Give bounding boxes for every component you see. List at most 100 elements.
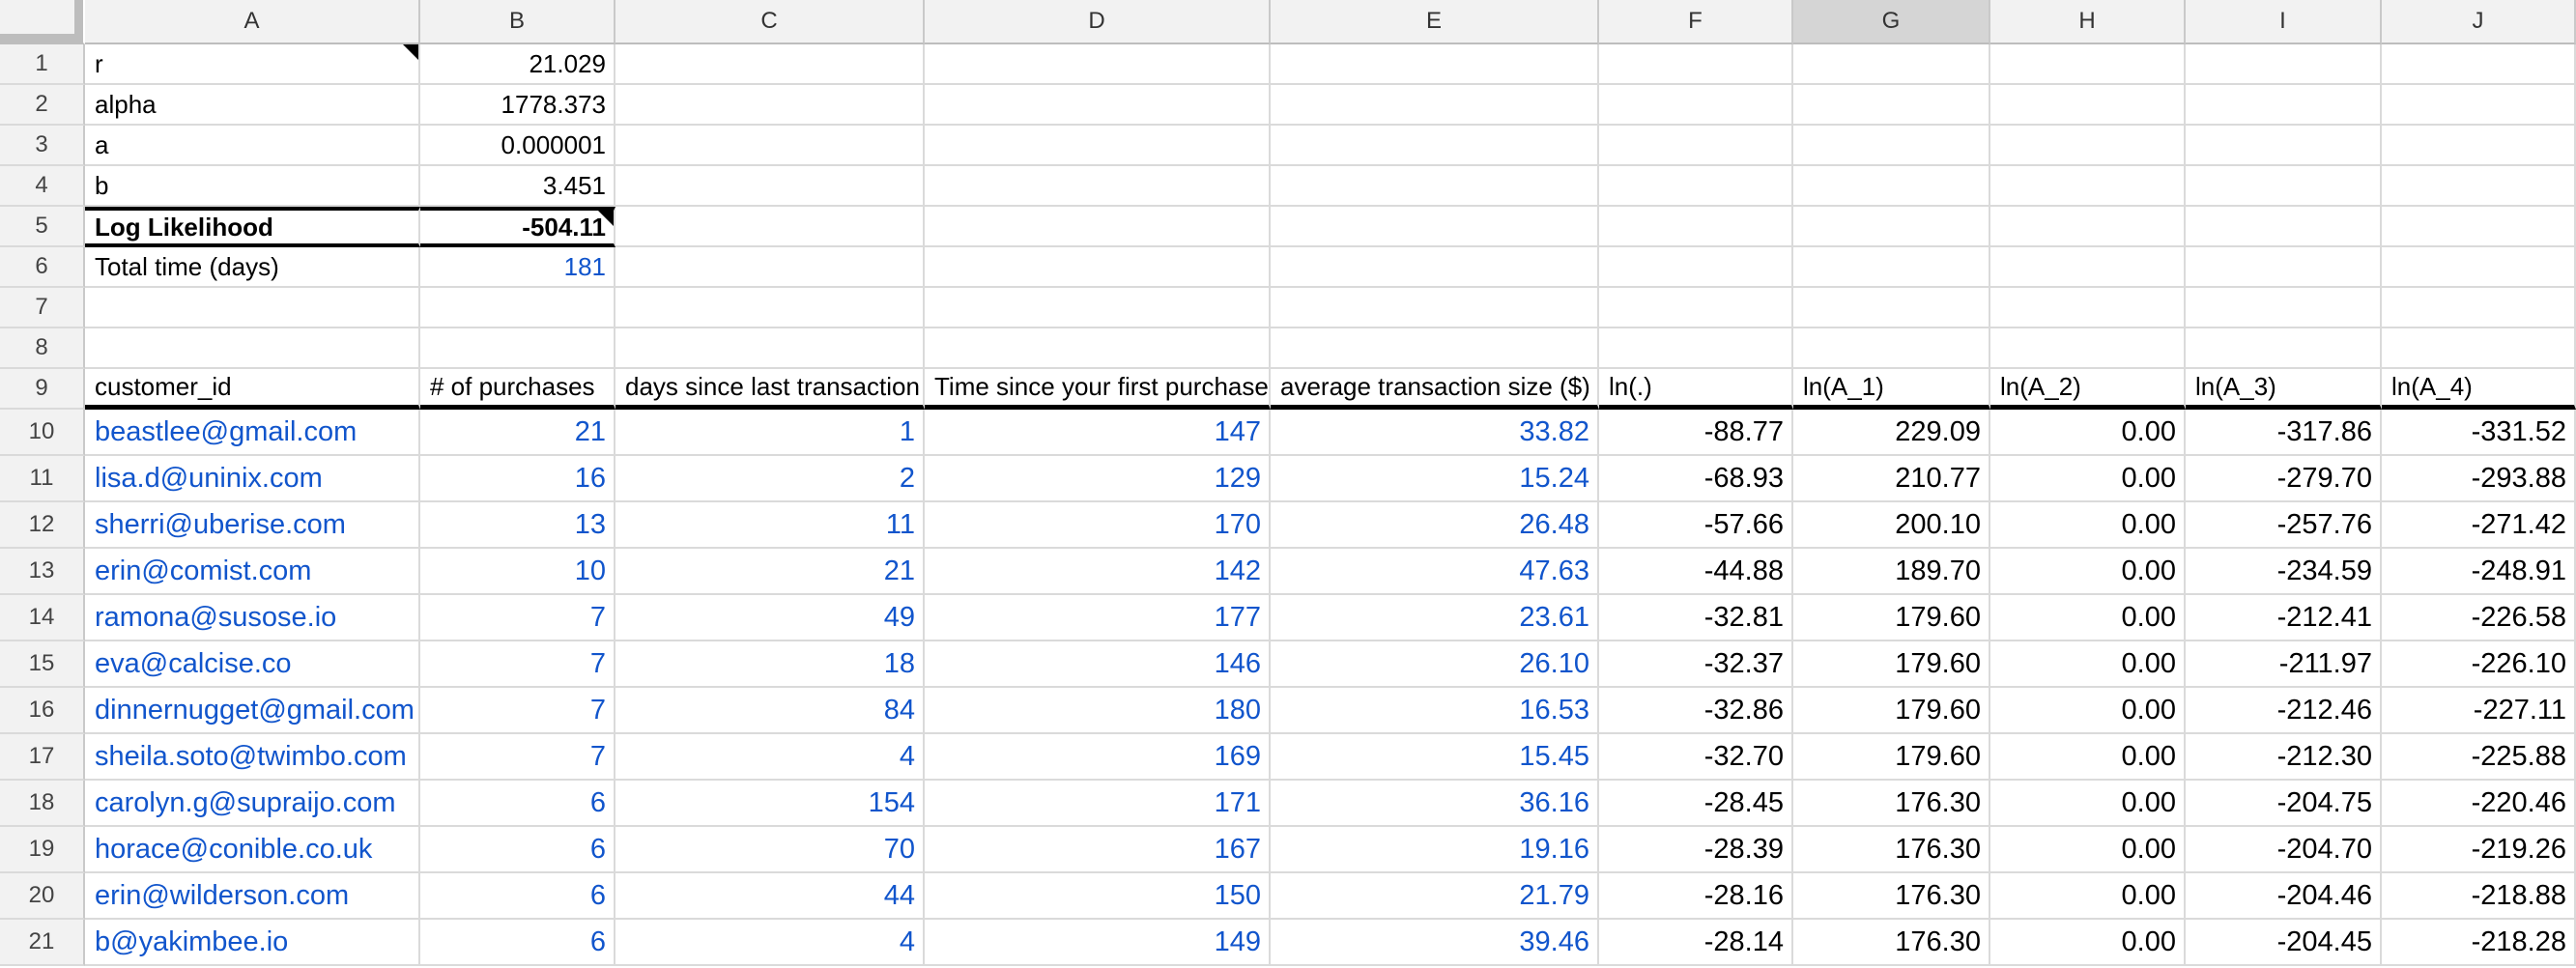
- cell-F10[interactable]: -88.77: [1599, 410, 1793, 456]
- cell-H10[interactable]: 0.00: [1990, 410, 2186, 456]
- cell-E21[interactable]: 39.46: [1271, 920, 1599, 966]
- cell-B3[interactable]: 0.000001: [420, 126, 615, 166]
- cell-C16[interactable]: 84: [615, 688, 925, 734]
- cell-F5[interactable]: [1599, 207, 1793, 247]
- row-header-13[interactable]: 13: [0, 549, 85, 595]
- column-header-F[interactable]: F: [1599, 0, 1793, 44]
- cell-E2[interactable]: [1271, 85, 1599, 126]
- cell-B14[interactable]: 7: [420, 595, 615, 641]
- column-header-G[interactable]: G: [1793, 0, 1990, 44]
- cell-A14[interactable]: ramona@susose.io: [85, 595, 420, 641]
- cell-A21[interactable]: b@yakimbee.io: [85, 920, 420, 966]
- cell-J9[interactable]: ln(A_4): [2382, 369, 2576, 410]
- cell-G21[interactable]: 176.30: [1793, 920, 1990, 966]
- cell-H7[interactable]: [1990, 288, 2186, 328]
- cell-A8[interactable]: [85, 328, 420, 369]
- cell-E6[interactable]: [1271, 247, 1599, 288]
- cell-C19[interactable]: 70: [615, 827, 925, 873]
- cell-F14[interactable]: -32.81: [1599, 595, 1793, 641]
- cell-G10[interactable]: 229.09: [1793, 410, 1990, 456]
- cell-C13[interactable]: 21: [615, 549, 925, 595]
- row-header-19[interactable]: 19: [0, 827, 85, 873]
- cell-H6[interactable]: [1990, 247, 2186, 288]
- cell-G5[interactable]: [1793, 207, 1990, 247]
- cell-I14[interactable]: -212.41: [2186, 595, 2382, 641]
- cell-C5[interactable]: [615, 207, 925, 247]
- cell-G11[interactable]: 210.77: [1793, 456, 1990, 502]
- cell-D11[interactable]: 129: [925, 456, 1271, 502]
- cell-C7[interactable]: [615, 288, 925, 328]
- cell-I7[interactable]: [2186, 288, 2382, 328]
- cell-G15[interactable]: 179.60: [1793, 641, 1990, 688]
- cell-H13[interactable]: 0.00: [1990, 549, 2186, 595]
- cell-H5[interactable]: [1990, 207, 2186, 247]
- cell-H16[interactable]: 0.00: [1990, 688, 2186, 734]
- cell-E12[interactable]: 26.48: [1271, 502, 1599, 549]
- cell-I15[interactable]: -211.97: [2186, 641, 2382, 688]
- cell-J16[interactable]: -227.11: [2382, 688, 2576, 734]
- cell-D17[interactable]: 169: [925, 734, 1271, 781]
- column-header-B[interactable]: B: [420, 0, 615, 44]
- cell-H19[interactable]: 0.00: [1990, 827, 2186, 873]
- cell-B13[interactable]: 10: [420, 549, 615, 595]
- cell-B20[interactable]: 6: [420, 873, 615, 920]
- cell-J1[interactable]: [2382, 44, 2576, 85]
- cell-G13[interactable]: 189.70: [1793, 549, 1990, 595]
- row-header-5[interactable]: 5: [0, 207, 85, 247]
- cell-G7[interactable]: [1793, 288, 1990, 328]
- cell-D15[interactable]: 146: [925, 641, 1271, 688]
- cell-J11[interactable]: -293.88: [2382, 456, 2576, 502]
- cell-I12[interactable]: -257.76: [2186, 502, 2382, 549]
- cell-A11[interactable]: lisa.d@uninix.com: [85, 456, 420, 502]
- cell-A13[interactable]: erin@comist.com: [85, 549, 420, 595]
- cell-C8[interactable]: [615, 328, 925, 369]
- cell-A4[interactable]: b: [85, 166, 420, 207]
- cell-C3[interactable]: [615, 126, 925, 166]
- column-header-A[interactable]: A: [85, 0, 420, 44]
- row-header-4[interactable]: 4: [0, 166, 85, 207]
- cell-F17[interactable]: -32.70: [1599, 734, 1793, 781]
- cell-H20[interactable]: 0.00: [1990, 873, 2186, 920]
- cell-I16[interactable]: -212.46: [2186, 688, 2382, 734]
- cell-I10[interactable]: -317.86: [2186, 410, 2382, 456]
- cell-H15[interactable]: 0.00: [1990, 641, 2186, 688]
- cell-F8[interactable]: [1599, 328, 1793, 369]
- cell-G6[interactable]: [1793, 247, 1990, 288]
- cell-F18[interactable]: -28.45: [1599, 781, 1793, 827]
- cell-H11[interactable]: 0.00: [1990, 456, 2186, 502]
- cell-G3[interactable]: [1793, 126, 1990, 166]
- cell-B18[interactable]: 6: [420, 781, 615, 827]
- cell-E9[interactable]: average transaction size ($): [1271, 369, 1599, 410]
- cell-D21[interactable]: 149: [925, 920, 1271, 966]
- cell-G19[interactable]: 176.30: [1793, 827, 1990, 873]
- cell-I4[interactable]: [2186, 166, 2382, 207]
- cell-C18[interactable]: 154: [615, 781, 925, 827]
- cell-J6[interactable]: [2382, 247, 2576, 288]
- cell-C6[interactable]: [615, 247, 925, 288]
- cell-F3[interactable]: [1599, 126, 1793, 166]
- cell-E1[interactable]: [1271, 44, 1599, 85]
- cell-B6[interactable]: 181: [420, 247, 615, 288]
- cell-E7[interactable]: [1271, 288, 1599, 328]
- cell-F21[interactable]: -28.14: [1599, 920, 1793, 966]
- cell-B21[interactable]: 6: [420, 920, 615, 966]
- cell-E11[interactable]: 15.24: [1271, 456, 1599, 502]
- cell-F16[interactable]: -32.86: [1599, 688, 1793, 734]
- cell-A10[interactable]: beastlee@gmail.com: [85, 410, 420, 456]
- cell-C4[interactable]: [615, 166, 925, 207]
- cell-D2[interactable]: [925, 85, 1271, 126]
- cell-H3[interactable]: [1990, 126, 2186, 166]
- column-header-J[interactable]: J: [2382, 0, 2576, 44]
- row-header-8[interactable]: 8: [0, 328, 85, 369]
- row-header-18[interactable]: 18: [0, 781, 85, 827]
- cell-G16[interactable]: 179.60: [1793, 688, 1990, 734]
- cell-F7[interactable]: [1599, 288, 1793, 328]
- cell-B2[interactable]: 1778.373: [420, 85, 615, 126]
- cell-G20[interactable]: 176.30: [1793, 873, 1990, 920]
- cell-E3[interactable]: [1271, 126, 1599, 166]
- cell-F12[interactable]: -57.66: [1599, 502, 1793, 549]
- cell-J3[interactable]: [2382, 126, 2576, 166]
- cell-C9[interactable]: days since last transaction: [615, 369, 925, 410]
- cell-F15[interactable]: -32.37: [1599, 641, 1793, 688]
- cell-F1[interactable]: [1599, 44, 1793, 85]
